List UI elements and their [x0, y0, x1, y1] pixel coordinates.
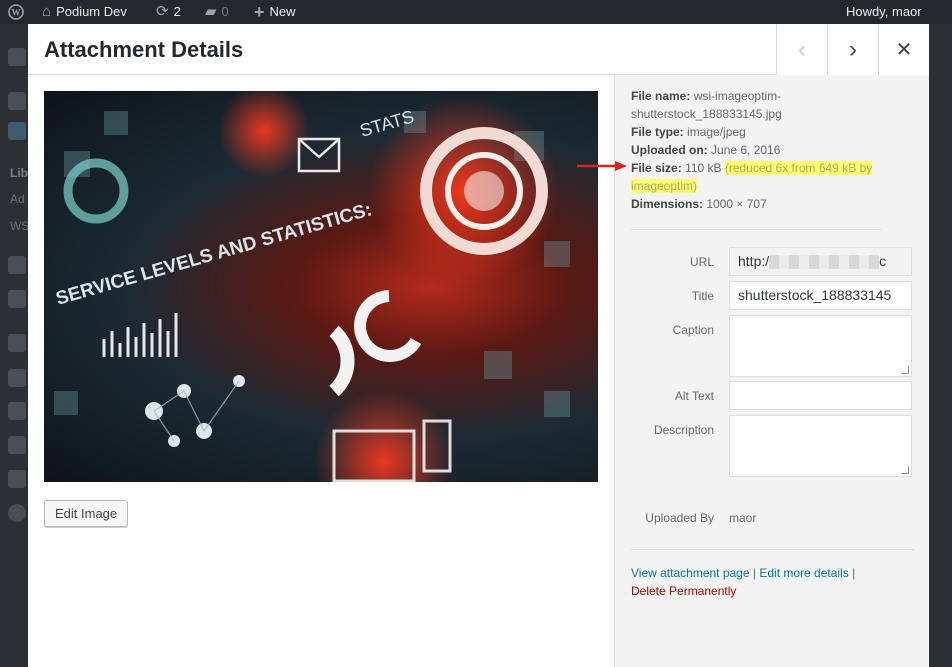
file-size-row: File size: 110 kB (reduced 6x from 649 k… — [631, 161, 873, 193]
attachment-image-preview: SERVICE LEVELS AND STATISTICS: STATS — [44, 91, 598, 482]
title-field[interactable]: shutterstock_188833145 — [729, 281, 912, 310]
caption-label: Caption — [672, 323, 714, 337]
comments-icon — [8, 290, 26, 308]
divider — [631, 229, 881, 230]
home-icon: ⌂ — [42, 3, 52, 20]
dimensions-row: Dimensions: 1000 × 707 — [631, 197, 767, 211]
pages-icon — [8, 256, 26, 274]
edit-image-button[interactable]: Edit Image — [44, 500, 129, 527]
uploaded-by-label: Uploaded By — [645, 511, 714, 525]
resize-grip-icon[interactable] — [901, 366, 909, 374]
separator: | — [752, 566, 756, 580]
updates-link[interactable]: ⟳ 2 — [156, 0, 181, 24]
updates-count: 2 — [173, 4, 181, 19]
divider — [631, 549, 914, 550]
comment-icon: ▰ — [205, 3, 217, 20]
file-type: image/jpeg — [687, 125, 746, 139]
tools-icon — [8, 436, 26, 454]
redacted-url-blur — [769, 255, 880, 270]
next-button[interactable]: › — [827, 24, 878, 75]
sidebar-item-library: Lib — [10, 166, 28, 180]
media-icon — [8, 122, 26, 140]
svg-text:W: W — [12, 8, 21, 18]
greeting: Howdy, maor — [846, 4, 922, 19]
file-name-row: File name: wsi-imageoptim-shutterstock_1… — [631, 89, 782, 121]
plus-icon: + — [254, 2, 265, 22]
dimensions: 1000 × 707 — [706, 197, 767, 211]
admin-bar: W ⌂ Podium Dev ⟳ 2 ▰ 0 + New Howdy, maor — [0, 0, 952, 24]
plugins-icon — [8, 369, 26, 387]
collapse-icon — [8, 504, 26, 522]
refresh-icon: ⟳ — [156, 3, 169, 20]
resize-grip-icon[interactable] — [901, 466, 909, 474]
attachment-info-sidebar: File name: wsi-imageoptim-shutterstock_1… — [614, 75, 929, 667]
annotation-arrow-icon — [577, 161, 627, 171]
users-icon — [8, 402, 26, 420]
comments-link[interactable]: ▰ 0 — [205, 0, 229, 24]
description-field[interactable] — [729, 415, 912, 477]
preview-illustration: SERVICE LEVELS AND STATISTICS: STATS — [54, 91, 570, 482]
pin-icon — [8, 92, 26, 110]
uploaded-by-value: maor — [729, 511, 757, 525]
file-size: 110 kB — [685, 161, 722, 175]
new-content-link[interactable]: + New — [254, 0, 296, 24]
uploaded-on: June 6, 2016 — [711, 143, 781, 157]
previous-button[interactable]: ‹ — [776, 24, 827, 75]
close-button[interactable]: ✕ — [878, 24, 929, 75]
file-type-row: File type: image/jpeg — [631, 125, 746, 139]
settings-icon — [8, 470, 26, 488]
chevron-left-icon: ‹ — [798, 35, 806, 63]
alt-text-field[interactable] — [729, 381, 912, 410]
comments-count: 0 — [221, 4, 229, 19]
modal-title: Attachment Details — [44, 37, 244, 62]
view-attachment-page-link[interactable]: View attachment page — [631, 566, 750, 580]
file-details: File name: wsi-imageoptim-shutterstock_1… — [631, 87, 891, 213]
wordpress-logo-icon[interactable]: W — [8, 0, 24, 24]
media-area: SERVICE LEVELS AND STATISTICS: STATS Edi… — [28, 75, 614, 667]
close-icon: ✕ — [895, 39, 913, 61]
url-value-start: http:/ — [738, 253, 770, 269]
site-name: Podium Dev — [56, 4, 127, 19]
sidebar-item-add: Ad — [10, 192, 25, 206]
sidebar-item-ws: WS — [10, 219, 30, 233]
dashboard-icon — [8, 48, 26, 66]
chevron-right-icon: › — [849, 35, 857, 63]
url-label: URL — [689, 255, 714, 269]
new-label: New — [269, 4, 296, 19]
title-label: Title — [691, 289, 714, 303]
attachment-actions: View attachment page | Edit more details… — [631, 564, 916, 600]
url-field[interactable]: http:/ c — [729, 247, 912, 276]
description-label: Description — [653, 423, 714, 437]
delete-permanently-link[interactable]: Delete Permanently — [631, 584, 736, 598]
separator: | — [852, 566, 856, 580]
edit-more-details-link[interactable]: Edit more details — [759, 566, 848, 580]
appearance-icon — [8, 334, 26, 352]
uploaded-on-row: Uploaded on: June 6, 2016 — [631, 143, 781, 157]
site-name-link[interactable]: ⌂ Podium Dev — [42, 0, 127, 24]
url-value-end: c — [879, 253, 887, 269]
caption-field[interactable] — [729, 315, 912, 377]
alt-text-label: Alt Text — [674, 389, 714, 403]
account-link[interactable]: Howdy, maor — [846, 0, 922, 24]
modal-header: Attachment Details ‹ › ✕ — [28, 24, 929, 75]
attachment-details-modal: Attachment Details ‹ › ✕ SERVICE LEVELS … — [28, 24, 929, 667]
